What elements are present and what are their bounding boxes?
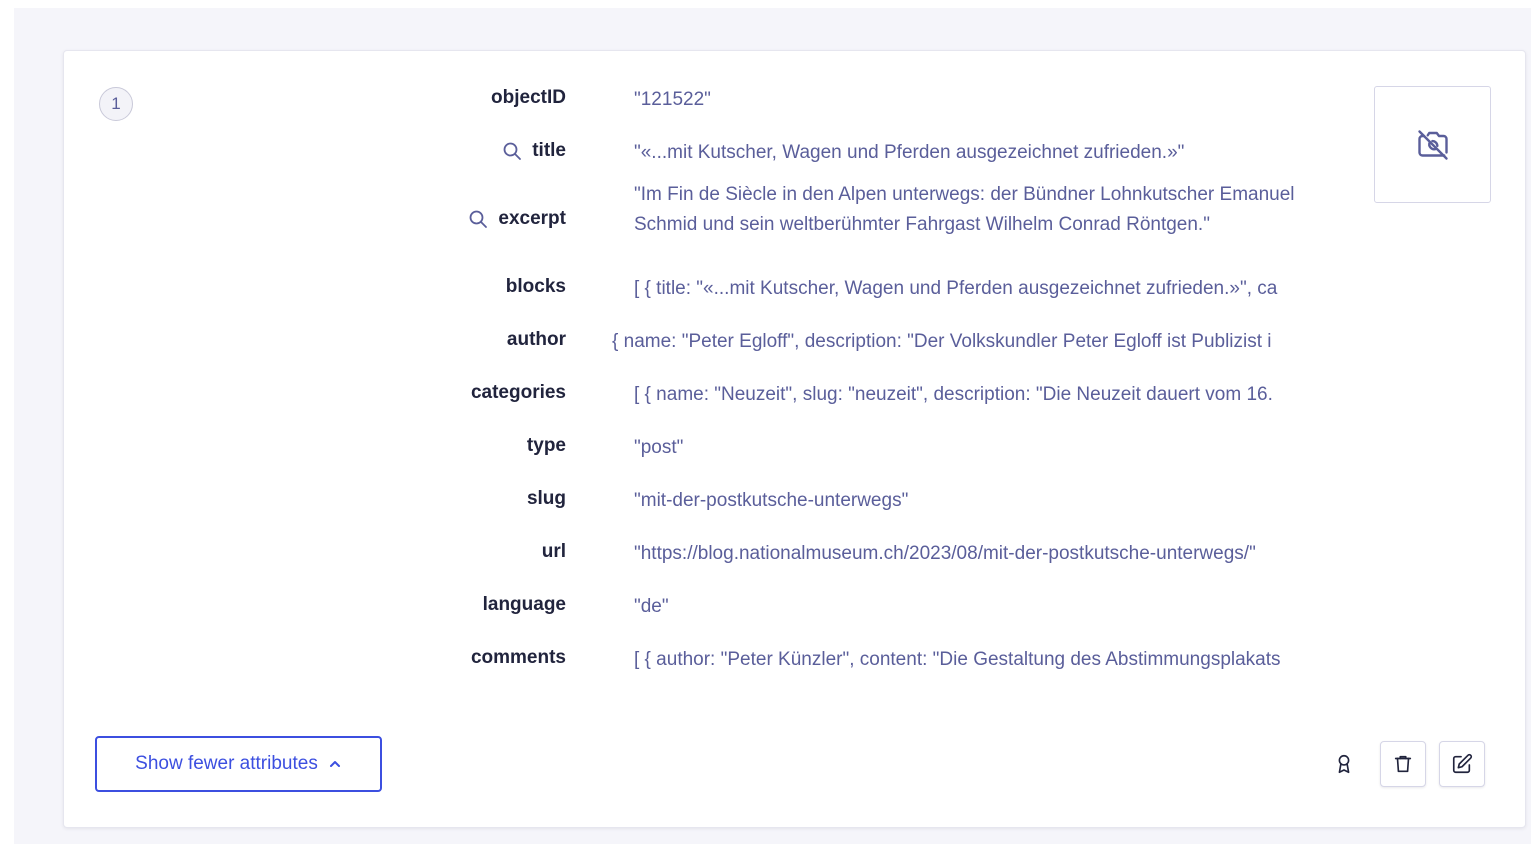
attribute-key-label: slug (526, 488, 566, 509)
attribute-key-label: language (482, 594, 566, 615)
show-fewer-attributes-button[interactable]: Show fewer attributes (95, 736, 382, 792)
attribute-key-label: objectID (491, 87, 566, 108)
attribute-key-label: title (532, 140, 566, 161)
attribute-value: [ { author: "Peter Künzler", content: "D… (634, 649, 1281, 670)
record-image-placeholder (1374, 86, 1491, 203)
attribute-key: excerpt (468, 208, 566, 230)
attribute-value: { name: "Peter Egloff", description: "De… (612, 331, 1272, 352)
attribute-key: comments (471, 647, 566, 669)
attribute-key-label: blocks (505, 276, 566, 297)
delete-record-button[interactable] (1380, 741, 1426, 787)
attribute-value: [ { title: "«...mit Kutscher, Wagen und … (634, 278, 1278, 299)
search-icon (469, 210, 488, 228)
attribute-key: language (483, 594, 566, 616)
attribute-key-label: comments (470, 647, 566, 668)
attribute-value: "121522" (634, 89, 711, 110)
show-fewer-attributes-label: Show fewer attributes (135, 753, 318, 774)
attribute-key-label: categories (470, 382, 566, 403)
trash-icon (1394, 755, 1412, 773)
attribute-key: slug (527, 488, 566, 510)
attribute-value: [ { name: "Neuzeit", slug: "neuzeit", de… (634, 384, 1273, 405)
attribute-value: "post" (634, 437, 684, 458)
attribute-key: blocks (506, 276, 566, 298)
no-image-icon (1417, 129, 1448, 160)
attribute-key: categories (471, 382, 566, 404)
attribute-value: "https://blog.nationalmuseum.ch/2023/08/… (634, 543, 1256, 564)
award-icon (1338, 754, 1350, 774)
attribute-key-label: author (506, 329, 566, 350)
attribute-key: url (542, 541, 566, 563)
attribute-value: "de" (634, 596, 669, 617)
attribute-key: title (502, 140, 566, 162)
attribute-key: author (507, 329, 566, 351)
attribute-key-label: type (526, 435, 566, 456)
attribute-value: "«...mit Kutscher, Wagen und Pferden aus… (634, 142, 1185, 163)
attribute-key: type (527, 435, 566, 457)
attribute-key: objectID (491, 87, 566, 109)
chevron-up-icon (329, 761, 340, 767)
search-icon (503, 142, 522, 160)
attribute-value: "Im Fin de Siècle in den Alpen unterwegs… (634, 184, 1295, 235)
edit-record-button[interactable] (1439, 741, 1485, 787)
record-index-badge: 1 (99, 87, 133, 121)
rank-info-button[interactable] (1321, 741, 1367, 787)
edit-icon (1452, 753, 1473, 774)
attribute-key-label: excerpt (498, 208, 566, 229)
record-card: 1 objectID "121522" title "«...mit Kutsc… (63, 50, 1526, 828)
attribute-value: "mit-der-postkutsche-unterwegs" (634, 490, 909, 511)
page-background: 1 objectID "121522" title "«...mit Kutsc… (14, 8, 1531, 844)
attribute-key-label: url (541, 541, 566, 562)
